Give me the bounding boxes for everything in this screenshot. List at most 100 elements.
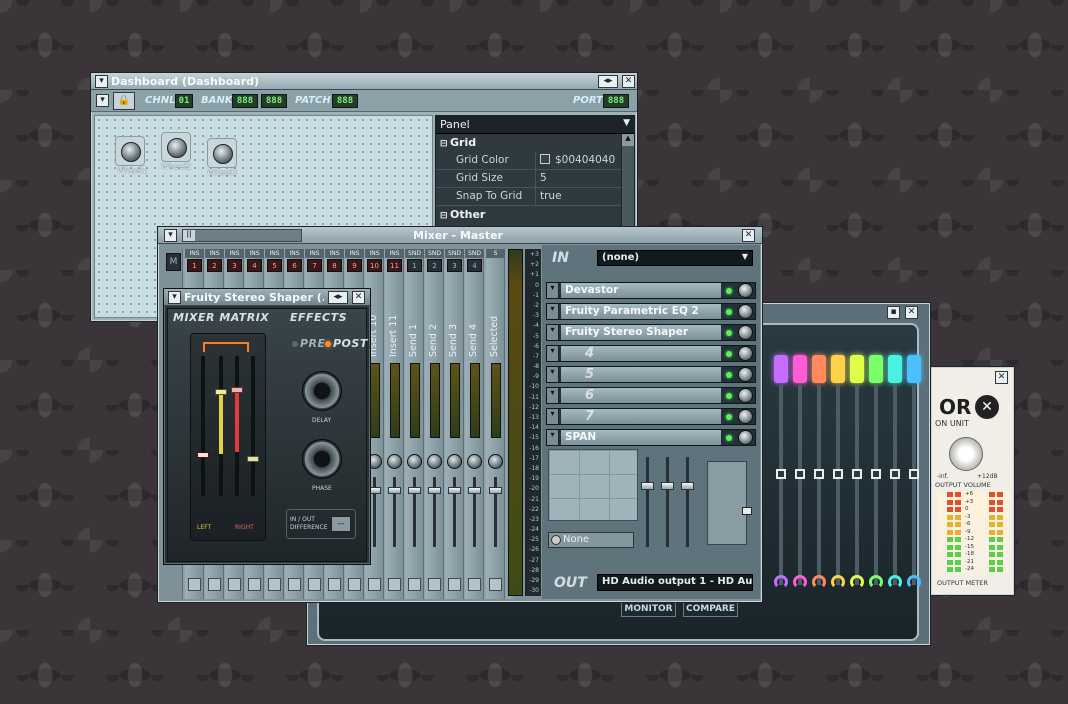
mixer-strip[interactable]: SND 2 Send 2: [425, 249, 444, 599]
fader-handle[interactable]: [388, 487, 401, 494]
fader-handle[interactable]: [197, 452, 209, 458]
band-handle[interactable]: [871, 469, 881, 479]
close-icon[interactable]: ✕: [352, 291, 365, 304]
strip-number[interactable]: 2: [427, 259, 442, 272]
preset-select[interactable]: None: [548, 532, 634, 548]
menu-icon[interactable]: ▾: [95, 75, 108, 88]
output-select[interactable]: HD Audio output 1 - HD Au...: [597, 574, 753, 591]
mixer-matrix[interactable]: LEFT RIGHT: [190, 333, 266, 541]
monitor-button[interactable]: MONITOR: [621, 601, 676, 617]
route-button[interactable]: [228, 578, 241, 591]
pan-knob[interactable]: [488, 454, 503, 469]
fx-slot[interactable]: ▾ Fruity Stereo Shaper: [546, 324, 756, 341]
route-button[interactable]: [408, 578, 421, 591]
route-button[interactable]: [308, 578, 321, 591]
output-volume-knob[interactable]: [949, 437, 983, 471]
chnl-display[interactable]: 01: [175, 94, 193, 108]
eq-graph[interactable]: [548, 449, 638, 521]
route-button[interactable]: [188, 578, 201, 591]
phase-knob[interactable]: [302, 439, 342, 479]
slot-menu-icon[interactable]: ▾: [547, 346, 559, 361]
bank-display-1[interactable]: 888: [232, 94, 258, 108]
route-button[interactable]: [268, 578, 281, 591]
band-cap[interactable]: [812, 355, 826, 383]
route-button[interactable]: [448, 578, 461, 591]
band-track[interactable]: [912, 385, 916, 585]
strip-number[interactable]: 10: [367, 259, 382, 272]
band-cap[interactable]: [831, 355, 845, 383]
slot-menu-icon[interactable]: ▾: [547, 367, 559, 382]
mixer-strip[interactable]: SND 3 Send 3: [445, 249, 464, 599]
band-handle[interactable]: [909, 469, 919, 479]
fader-handle[interactable]: [215, 389, 227, 395]
group-grid[interactable]: ⊟ Grid: [436, 134, 634, 152]
mixer-strip[interactable]: SND 4 Send 4: [465, 249, 484, 599]
slot-mix-knob[interactable]: [738, 304, 753, 319]
pan-knob[interactable]: [407, 454, 422, 469]
band-cap[interactable]: [793, 355, 807, 383]
slot-mix-knob[interactable]: [738, 388, 753, 403]
fx-slot[interactable]: ▾ SPAN: [546, 429, 756, 446]
dashboard-titlebar[interactable]: ▾ Dashboard (Dashboard) ◂▸ ✕: [91, 73, 637, 90]
band-handle[interactable]: [833, 469, 843, 479]
band-ring-icon[interactable]: [869, 575, 883, 589]
band-track[interactable]: [779, 385, 783, 585]
band-cap[interactable]: [774, 355, 788, 383]
band-ring-icon[interactable]: [812, 575, 826, 589]
fader-handle[interactable]: [247, 456, 259, 462]
port-display[interactable]: 888: [603, 94, 629, 108]
strip-number[interactable]: 3: [227, 259, 242, 272]
shaper-titlebar[interactable]: ▾ Fruity Stereo Shaper (... ◂▸ ✕: [164, 289, 370, 306]
strip-number[interactable]: 6: [287, 259, 302, 272]
fx-slot[interactable]: ▾ 7: [546, 408, 756, 425]
slot-name[interactable]: Fruity Parametric EQ 2: [561, 304, 721, 319]
slot-enable-led[interactable]: [726, 309, 732, 315]
fx-slot[interactable]: ▾ Devastor: [546, 282, 756, 299]
input-select[interactable]: (none) ▼: [597, 250, 753, 266]
band-handle[interactable]: [814, 469, 824, 479]
bank-display-2[interactable]: 888: [261, 94, 287, 108]
band-handle[interactable]: [852, 469, 862, 479]
close-icon[interactable]: ✕: [622, 75, 635, 88]
pre-led[interactable]: [292, 341, 298, 347]
slider-handle[interactable]: [681, 482, 694, 490]
band-ring-icon[interactable]: [793, 575, 807, 589]
slot-menu-icon[interactable]: ▾: [547, 409, 559, 424]
route-button[interactable]: [288, 578, 301, 591]
strip-number[interactable]: 3: [447, 259, 462, 272]
slot-menu-icon[interactable]: ▾: [547, 283, 559, 298]
slot-name[interactable]: Fruity Stereo Shaper: [561, 325, 721, 340]
fader-handle[interactable]: [231, 387, 243, 393]
fader-track[interactable]: [251, 356, 255, 496]
band-handle[interactable]: [795, 469, 805, 479]
band-track[interactable]: [893, 385, 897, 585]
post-led[interactable]: [325, 341, 331, 347]
route-button[interactable]: [248, 578, 261, 591]
property-row[interactable]: Grid Size 5: [436, 170, 634, 188]
slot-name[interactable]: 7: [561, 409, 721, 424]
pin-icon[interactable]: ▪: [887, 306, 900, 319]
wheel-knob-1[interactable]: [115, 136, 145, 166]
slot-name[interactable]: SPAN: [561, 430, 721, 445]
route-button[interactable]: [328, 578, 341, 591]
wheel-knob-2[interactable]: [161, 132, 191, 162]
close-icon[interactable]: ✕: [905, 306, 918, 319]
mixer-strip[interactable]: INS 11 Insert 11: [385, 249, 404, 599]
route-button[interactable]: [208, 578, 221, 591]
band-ring-icon[interactable]: [831, 575, 845, 589]
slot-mix-knob[interactable]: [738, 367, 753, 382]
wheel-knob-3[interactable]: [207, 138, 237, 168]
arrows-icon[interactable]: ◂▸: [598, 75, 618, 88]
route-button[interactable]: [348, 578, 361, 591]
slot-menu-icon[interactable]: ▾: [547, 388, 559, 403]
band-cap[interactable]: [850, 355, 864, 383]
fx-slot[interactable]: ▾ 5: [546, 366, 756, 383]
pan-knob[interactable]: [387, 454, 402, 469]
band-ring-icon[interactable]: [888, 575, 902, 589]
color-swatch[interactable]: [540, 154, 550, 164]
volume-handle[interactable]: [742, 507, 752, 515]
slider-handle[interactable]: [661, 482, 674, 490]
band-ring-icon[interactable]: [907, 575, 921, 589]
strip-number[interactable]: 7: [307, 259, 322, 272]
band-ring-icon[interactable]: [850, 575, 864, 589]
